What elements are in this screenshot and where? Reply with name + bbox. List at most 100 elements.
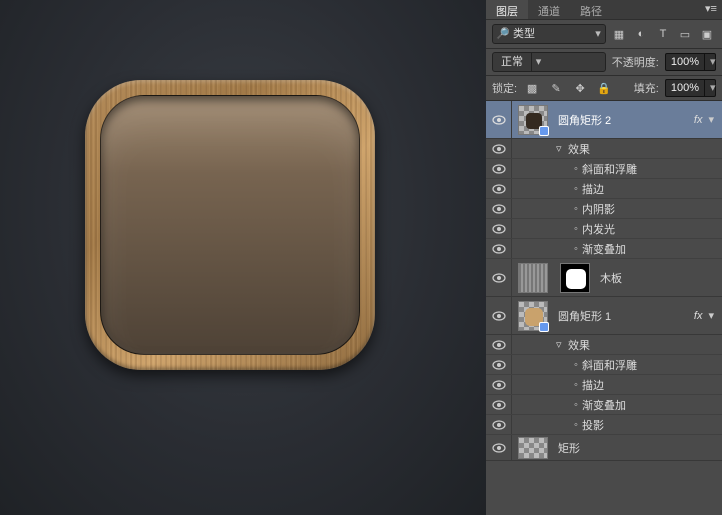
effects-label: 效果	[568, 337, 590, 353]
visibility-toggle[interactable]	[486, 259, 512, 296]
effects-header[interactable]: ▿ 效果	[486, 139, 722, 159]
effect-name: 斜面和浮雕	[582, 161, 637, 177]
search-icon: 🔎	[493, 25, 513, 43]
layer-row[interactable]: 木板	[486, 259, 722, 297]
panel-tabs: 图层 通道 路径 ▾≡	[486, 0, 722, 19]
tab-paths[interactable]: 路径	[570, 0, 612, 19]
eye-icon	[492, 204, 506, 214]
layers-list[interactable]: 圆角矩形 2 fx ▾ ▿ 效果 ◦斜面和浮雕 ◦描边 ◦内阴影 ◦内发光 ◦渐…	[486, 101, 722, 515]
layers-panel: 图层 通道 路径 ▾≡ 🔎 类型 ▾ ▦ ◐ T ▭ ▣ 正常 ▾ 不透明度: …	[486, 0, 722, 515]
effect-item[interactable]: ◦斜面和浮雕	[486, 355, 722, 375]
opacity-input[interactable]: 100% ▾	[665, 53, 716, 71]
eye-icon	[492, 340, 506, 350]
fill-input[interactable]: 100% ▾	[665, 79, 716, 97]
filter-pixel-icon[interactable]: ▦	[610, 25, 628, 43]
layer-row[interactable]: 圆角矩形 2 fx ▾	[486, 101, 722, 139]
effect-item[interactable]: ◦渐变叠加	[486, 239, 722, 259]
bullet-icon: ◦	[570, 243, 582, 255]
layer-name[interactable]: 木板	[596, 270, 716, 286]
layer-thumbnail[interactable]	[518, 301, 548, 331]
blend-mode-dropdown[interactable]: 正常 ▾	[492, 52, 606, 72]
bullet-icon: ◦	[570, 359, 582, 371]
triangle-down-icon: ▿	[556, 142, 568, 155]
tab-channels[interactable]: 通道	[528, 0, 570, 19]
filter-dropdown[interactable]: 🔎 类型 ▾	[492, 24, 606, 44]
visibility-toggle[interactable]	[486, 355, 512, 374]
effects-header[interactable]: ▿ 效果	[486, 335, 722, 355]
visibility-toggle[interactable]	[486, 101, 512, 138]
bullet-icon: ◦	[570, 399, 582, 411]
fill-label: 填充:	[634, 80, 659, 96]
filter-type-icon[interactable]: T	[654, 25, 672, 43]
visibility-toggle[interactable]	[486, 395, 512, 414]
effect-item[interactable]: ◦斜面和浮雕	[486, 159, 722, 179]
filter-shape-icon[interactable]: ▭	[676, 25, 694, 43]
fx-indicator[interactable]: fx	[694, 310, 703, 322]
lock-row: 锁定: ▩ ✎ ✥ 🔒 填充: 100% ▾	[486, 76, 722, 101]
eye-icon	[492, 400, 506, 410]
effects-collapse-toggle[interactable]: ▾	[706, 113, 716, 126]
blend-mode-value: 正常	[493, 53, 531, 71]
visibility-toggle[interactable]	[486, 335, 512, 354]
chevron-down-icon: ▾	[704, 80, 715, 96]
effect-item[interactable]: ◦投影	[486, 415, 722, 435]
filter-smart-icon[interactable]: ▣	[698, 25, 716, 43]
effect-item[interactable]: ◦描边	[486, 179, 722, 199]
effect-item[interactable]: ◦描边	[486, 375, 722, 395]
bullet-icon: ◦	[570, 419, 582, 431]
filter-adjust-icon[interactable]: ◐	[632, 25, 650, 43]
panel-menu-icon[interactable]: ▾≡	[700, 0, 722, 19]
visibility-toggle[interactable]	[486, 179, 512, 198]
visibility-toggle[interactable]	[486, 139, 512, 158]
effect-item[interactable]: ◦内发光	[486, 219, 722, 239]
visibility-toggle[interactable]	[486, 199, 512, 218]
visibility-toggle[interactable]	[486, 159, 512, 178]
lock-transparency-icon[interactable]: ▩	[523, 79, 541, 97]
eye-icon	[492, 311, 506, 321]
visibility-toggle[interactable]	[486, 415, 512, 434]
visibility-toggle[interactable]	[486, 239, 512, 258]
lock-label: 锁定:	[492, 80, 517, 96]
visibility-toggle[interactable]	[486, 435, 512, 460]
eye-icon	[492, 273, 506, 283]
opacity-value: 100%	[666, 54, 704, 70]
lock-all-icon[interactable]: 🔒	[595, 79, 613, 97]
layer-thumbnail[interactable]	[518, 263, 548, 293]
lock-position-icon[interactable]: ✥	[571, 79, 589, 97]
eye-icon	[492, 115, 506, 125]
tab-layers[interactable]: 图层	[486, 0, 528, 19]
document-canvas[interactable]	[0, 0, 486, 515]
fx-indicator[interactable]: fx	[694, 114, 703, 126]
bullet-icon: ◦	[570, 203, 582, 215]
eye-icon	[492, 144, 506, 154]
effect-name: 内发光	[582, 221, 615, 237]
chevron-down-icon: ▾	[591, 25, 605, 43]
visibility-toggle[interactable]	[486, 297, 512, 334]
effect-name: 内阴影	[582, 201, 615, 217]
layer-name[interactable]: 圆角矩形 2	[554, 112, 694, 128]
visibility-toggle[interactable]	[486, 375, 512, 394]
effect-name: 投影	[582, 417, 604, 433]
layer-row[interactable]: 圆角矩形 1 fx ▾	[486, 297, 722, 335]
layer-name[interactable]: 圆角矩形 1	[554, 308, 694, 324]
eye-icon	[492, 420, 506, 430]
layer-thumbnail[interactable]	[518, 437, 548, 459]
effects-collapse-toggle[interactable]: ▾	[706, 309, 716, 322]
layer-mask-thumbnail[interactable]	[560, 263, 590, 293]
wooden-rounded-rect	[85, 80, 375, 370]
layer-name[interactable]: 矩形	[554, 440, 716, 456]
effect-name: 渐变叠加	[582, 397, 626, 413]
visibility-toggle[interactable]	[486, 219, 512, 238]
effects-label: 效果	[568, 141, 590, 157]
bullet-icon: ◦	[570, 379, 582, 391]
layer-row[interactable]: 矩形	[486, 435, 722, 461]
eye-icon	[492, 184, 506, 194]
chevron-down-icon: ▾	[531, 53, 545, 71]
lock-paint-icon[interactable]: ✎	[547, 79, 565, 97]
shape-badge-icon	[539, 322, 549, 332]
effect-item[interactable]: ◦渐变叠加	[486, 395, 722, 415]
effect-item[interactable]: ◦内阴影	[486, 199, 722, 219]
effect-name: 渐变叠加	[582, 241, 626, 257]
layer-thumbnail[interactable]	[518, 105, 548, 135]
bullet-icon: ◦	[570, 223, 582, 235]
